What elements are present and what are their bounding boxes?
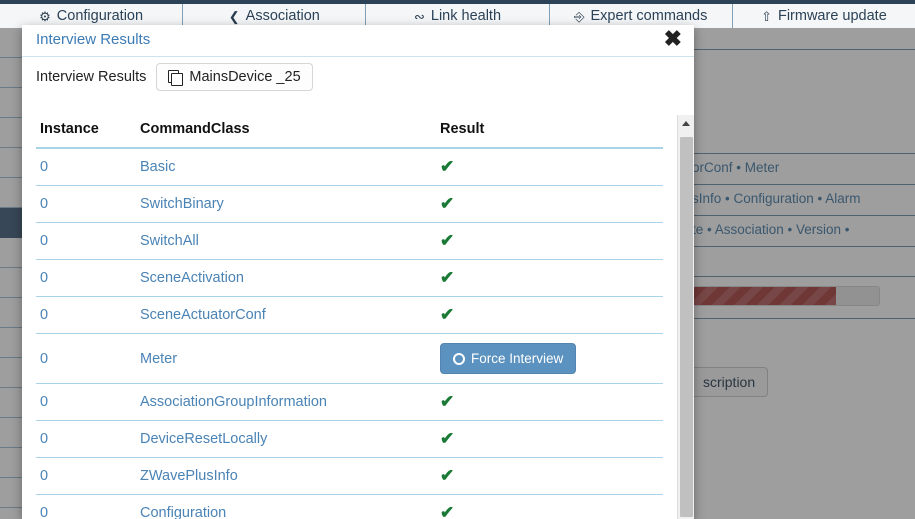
upload-icon: ⇧: [761, 8, 772, 24]
cell-command-class: ZWavePlusInfo: [136, 457, 436, 495]
cell-instance: 0: [36, 185, 136, 223]
interview-results-modal: Interview Results ✖ Interview Results Ma…: [22, 25, 694, 519]
cell-instance: 0: [36, 148, 136, 186]
table-row: 0 DeviceResetLocally ✔: [36, 420, 663, 458]
check-icon: ✔: [440, 305, 455, 324]
table-row: 0 Configuration ✔: [36, 494, 663, 519]
subheader-label: Interview Results: [36, 69, 147, 85]
cell-instance: 0: [36, 494, 136, 519]
check-icon: ✔: [440, 194, 455, 213]
tab-configuration-label: Configuration: [56, 8, 144, 24]
tab-firmware-update[interactable]: ⇧ Firmware update: [731, 4, 915, 28]
device-button[interactable]: MainsDevice _25: [156, 63, 313, 91]
cell-command-class: Basic: [136, 148, 436, 186]
check-icon: ✔: [440, 392, 455, 411]
table-scroll-region[interactable]: Instance CommandClass Result 0 Basic ✔ 0 Swi…: [22, 115, 677, 519]
force-interview-button[interactable]: Force Interview: [440, 343, 577, 374]
spinner-icon: [453, 352, 465, 365]
tab-link-health-label: Link health: [430, 8, 502, 24]
force-interview-button-label: Force Interview: [471, 351, 564, 366]
cell-instance: 0: [36, 420, 136, 458]
cell-result: ✔: [436, 383, 663, 421]
cell-command-class: SwitchAll: [136, 222, 436, 260]
cell-instance: 0: [36, 259, 136, 297]
cell-instance: 0: [36, 333, 136, 384]
table-row: 0 Basic ✔: [36, 148, 663, 186]
cell-command-class: DeviceResetLocally: [136, 420, 436, 458]
table-row: 0 ZWavePlusInfo ✔: [36, 457, 663, 495]
cell-result: ✔: [436, 420, 663, 458]
check-icon: ✔: [440, 466, 455, 485]
interview-results-table-area: Instance CommandClass Result 0 Basic ✔ 0 Swi…: [22, 115, 694, 519]
tab-expert-commands-label: Expert commands: [590, 8, 708, 24]
share-nodes-icon: ❮: [228, 8, 240, 24]
table-row: 0 AssociationGroupInformation ✔: [36, 383, 663, 421]
check-icon: ✔: [440, 429, 455, 448]
check-icon: ✔: [440, 157, 455, 176]
table-row: 0 SceneActivation ✔: [36, 259, 663, 297]
gears-icon: ⚙: [39, 8, 51, 24]
tab-association-label: Association: [245, 8, 320, 24]
cell-command-class: SceneActivation: [136, 259, 436, 297]
cell-command-class: AssociationGroupInformation: [136, 383, 436, 421]
table-body: 0 Basic ✔ 0 SwitchBinary ✔ 0 SwitchAll ✔ 0 SceneAc…: [36, 148, 663, 519]
modal-subheader: Interview Results MainsDevice _25: [22, 57, 694, 91]
table-row: 0 Meter Force Interview: [36, 333, 663, 384]
scroll-up-arrow[interactable]: [678, 115, 694, 132]
column-header-instance: Instance: [36, 115, 136, 149]
table-row: 0 SceneActuatorConf ✔: [36, 296, 663, 334]
tab-firmware-update-label: Firmware update: [777, 8, 887, 24]
cell-command-class: Configuration: [136, 494, 436, 519]
interview-results-table: Instance CommandClass Result 0 Basic ✔ 0 Swi…: [36, 115, 663, 519]
cell-result: ✔: [436, 494, 663, 519]
cell-result: Force Interview: [436, 333, 663, 384]
cell-command-class: SwitchBinary: [136, 185, 436, 223]
link-health-icon: ∾: [413, 8, 425, 24]
table-header-row: Instance CommandClass Result: [36, 115, 663, 149]
cell-result: ✔: [436, 259, 663, 297]
check-icon: ✔: [440, 503, 455, 519]
cell-instance: 0: [36, 296, 136, 334]
check-icon: ✔: [440, 268, 455, 287]
cell-result: ✔: [436, 185, 663, 223]
modal-header: Interview Results ✖: [22, 25, 694, 57]
terminal-icon: ⎆: [574, 8, 585, 24]
cell-command-class: Meter: [136, 333, 436, 384]
cell-instance: 0: [36, 222, 136, 260]
check-icon: ✔: [440, 231, 455, 250]
cell-result: ✔: [436, 457, 663, 495]
table-row: 0 SwitchBinary ✔: [36, 185, 663, 223]
cell-command-class: SceneActuatorConf: [136, 296, 436, 334]
scrollbar-thumb[interactable]: [680, 137, 693, 517]
modal-scrollbar[interactable]: [677, 115, 694, 519]
cell-result: ✔: [436, 148, 663, 186]
column-header-result: Result: [436, 115, 663, 149]
device-button-label: MainsDevice _25: [189, 69, 301, 85]
cell-instance: 0: [36, 383, 136, 421]
cell-result: ✔: [436, 222, 663, 260]
copy-icon: [168, 70, 184, 86]
column-header-commandclass: CommandClass: [136, 115, 436, 149]
close-icon[interactable]: ✖: [664, 28, 682, 50]
table-row: 0 SwitchAll ✔: [36, 222, 663, 260]
screen: ⚙ Configuration ❮ Association ∾ Link hea…: [0, 0, 915, 519]
cell-result: ✔: [436, 296, 663, 334]
cell-instance: 0: [36, 457, 136, 495]
page-title: Interview Results: [36, 31, 151, 48]
